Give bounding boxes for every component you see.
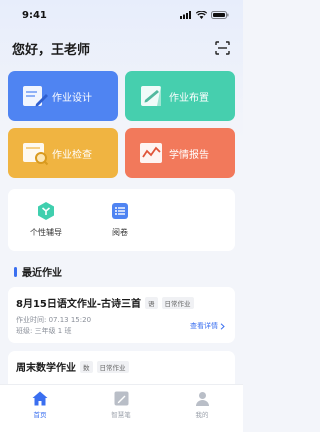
view-details-label: 查看详情 [190,322,218,330]
tile-label: 作业设计 [52,92,92,104]
type-tag: 日常作业 [161,296,194,309]
tutoring-icon [38,202,54,220]
signal-icon [180,11,191,19]
chevron-right-icon [220,322,225,330]
scan-button[interactable] [213,39,231,57]
homework-card-header: 周末数学作业 数 日常作业 [16,359,129,374]
bottom-tab-bar: 首页 智慧笔 我的 [0,384,243,432]
homework-title: 周末数学作业 [16,363,76,374]
profile-icon [195,392,209,406]
homework-check-icon [23,143,49,166]
quick-action-grading[interactable]: 阅卷 [90,201,150,238]
learning-report-icon [140,143,162,163]
status-time: 9:41 [22,9,47,21]
quick-actions-panel: 个性辅导 阅卷 [8,189,235,251]
tile-learning-report[interactable]: 学情报告 [125,128,235,178]
greeting-text: 您好，王老师 [12,42,91,58]
tab-label: 我的 [195,411,209,419]
section-title-text: 最近作业 [22,268,62,279]
tab-label: 智慧笔 [111,411,131,419]
homework-title: 8月15日语文作业-古诗三首 [16,299,142,310]
quick-action-label: 阅卷 [112,228,128,237]
tile-homework-check[interactable]: 作业检查 [8,128,118,178]
page-header: 您好，王老师 [12,38,231,58]
status-icons [180,11,229,19]
tile-label: 作业检查 [52,149,92,161]
section-accent-bar [14,266,17,277]
tab-home[interactable]: 首页 [15,391,65,419]
tab-label: 首页 [33,411,47,419]
tab-smart-pen[interactable]: 智慧笔 [96,391,146,419]
tile-label: 学情报告 [169,149,209,161]
scan-icon [214,41,230,55]
tile-label: 作业布置 [169,92,209,104]
homework-design-icon [23,86,48,107]
view-details-link[interactable]: 查看详情 [190,321,225,331]
tile-homework-design[interactable]: 作业设计 [8,71,118,121]
homework-time: 作业时间: 07.13 15:20 [16,316,92,324]
status-bar: 9:41 [0,0,243,30]
homework-card-header: 8月15日语文作业-古诗三首 语 日常作业 [16,295,194,310]
tile-homework-assign[interactable]: 作业布置 [125,71,235,121]
recent-section-title: 最近作业 [14,264,62,279]
battery-icon [211,11,229,19]
quick-action-label: 个性辅导 [30,228,62,237]
homework-class: 班级: 三年级 1 班 [16,327,72,335]
homework-assign-icon [141,86,161,106]
grading-icon [112,203,128,219]
wifi-icon [196,11,207,19]
quick-action-tutoring[interactable]: 个性辅导 [16,201,76,238]
homework-card[interactable]: 8月15日语文作业-古诗三首 语 日常作业 作业时间: 07.13 15:20 … [8,287,235,343]
home-icon [32,391,48,406]
subject-tag: 语 [145,296,158,309]
tab-profile[interactable]: 我的 [177,391,227,419]
type-tag: 日常作业 [96,360,129,373]
smart-pen-icon [114,391,128,406]
subject-tag: 数 [80,360,93,373]
